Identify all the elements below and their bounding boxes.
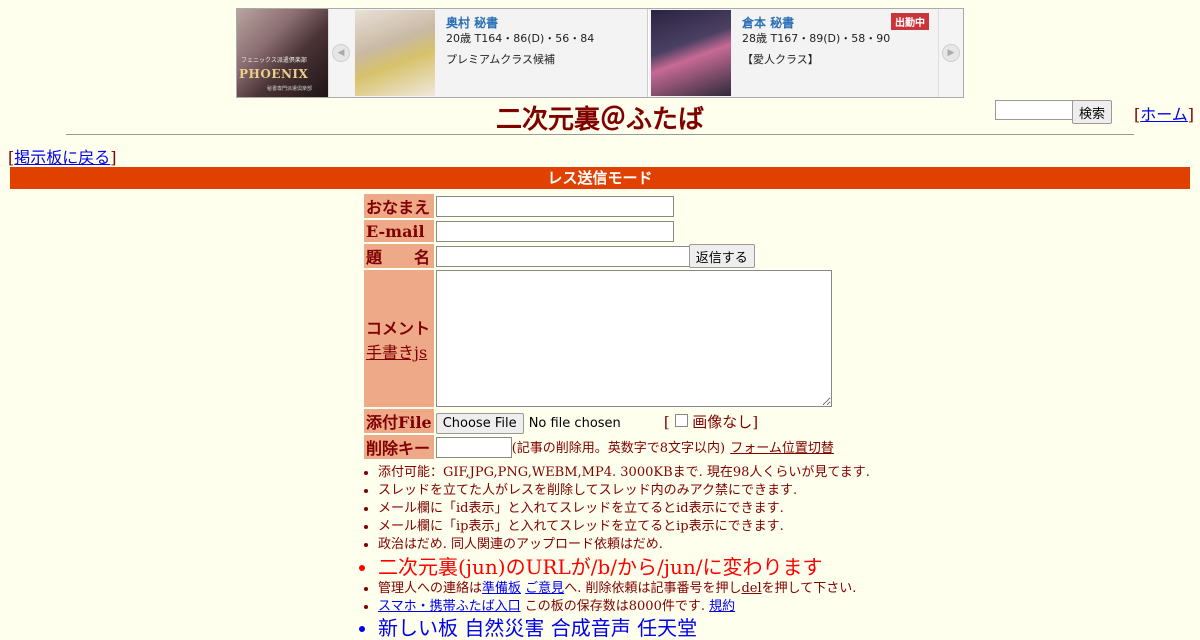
comment-label-cell: コメント 手書きjs: [364, 270, 434, 407]
carousel-prev-button[interactable]: ◀: [328, 9, 353, 97]
home-link-wrapper: [ホーム]: [1134, 105, 1195, 124]
ad-card-stats: 28歳 T167・89(D)・58・90: [742, 32, 891, 45]
list-item: 管理人への連絡は準備板 ご意見へ. 削除依頼は記事番号を押しdelを押して下さい…: [378, 580, 1078, 598]
board-notes: 添付可能：GIF,JPG,PNG,WEBM,MP4. 3000KBまで. 現在9…: [360, 464, 1078, 640]
list-item: メール欄に「ip表示」と入れてスレッドを立てるとip表示にできます.: [378, 518, 1078, 536]
no-image-checkbox[interactable]: [674, 413, 688, 427]
file-status: No file chosen: [528, 415, 621, 431]
subject-label: 題 名: [364, 244, 434, 268]
ad-banner-subtitle: フェニックス派遣倶楽部: [241, 57, 307, 64]
new-boards-item[interactable]: 新しい板 自然災害 合成音声 任天堂: [378, 616, 1078, 640]
contact-text: 管理人への連絡は: [378, 581, 483, 596]
delete-key-note: (記事の削除用。英数字で8文字以内): [511, 440, 726, 456]
ad-card-stats: 20歳 T164・86(D)・56・84: [446, 32, 595, 45]
delete-request-text: へ. 削除依頼は記事番号を押し: [564, 581, 742, 596]
list-item: スマホ・携帯ふたば入口 この板の保存数は8000件です. 規約: [378, 598, 1078, 616]
ad-card-name[interactable]: 奥村 秘書: [446, 14, 498, 31]
working-status-badge: 出勤中: [891, 13, 929, 30]
back-to-board-link[interactable]: 掲示板に戻る: [14, 148, 110, 167]
ad-card-description: プレミアムクラス候補: [446, 53, 556, 66]
delete-key-input[interactable]: [435, 436, 512, 458]
subject-input[interactable]: [435, 245, 692, 267]
email-input[interactable]: [435, 220, 674, 242]
list-item: メール欄に「id表示」と入れてスレッドを立てるとid表示にできます.: [378, 500, 1078, 518]
delete-request-text-end: を押して下さい.: [761, 581, 857, 596]
ad-banner-logo: PHOENIX: [239, 67, 309, 81]
ad-carousel[interactable]: フェニックス派遣倶楽部 PHOENIX 秘書専門派遣倶楽部 ◀ 奥村 秘書 20…: [236, 8, 964, 98]
ad-card-name[interactable]: 倉本 秘書: [742, 14, 794, 31]
carousel-next-button[interactable]: ▶: [938, 9, 963, 97]
search-form: 検索: [995, 100, 1113, 124]
no-image-option: [ 画像なし]: [663, 412, 759, 431]
ad-card[interactable]: 倉本 秘書 出勤中 28歳 T167・89(D)・58・90 【愛人クラス】: [649, 9, 940, 97]
reply-form: おなまえ E-mail 題 名 返信する コメント 手書きjs 添付File C…: [362, 192, 836, 461]
list-item: スレッドを立てた人がレスを削除してスレッド内のみアク禁にできます.: [378, 482, 1078, 500]
storage-count-text: この板の保存数は8000件です.: [524, 599, 705, 614]
submit-reply-button[interactable]: 返信する: [688, 244, 755, 268]
file-label: 添付File: [364, 409, 434, 433]
feedback-link[interactable]: ご意見: [525, 581, 564, 596]
del-link[interactable]: del: [741, 581, 761, 596]
form-position-toggle-link[interactable]: フォーム位置切替: [730, 441, 834, 456]
chevron-left-icon: ◀: [332, 44, 350, 62]
ad-banner-caption: 秘書専門派遣倶楽部: [267, 86, 313, 92]
ad-card[interactable]: 奥村 秘書 20歳 T164・86(D)・56・84 プレミアムクラス候補: [353, 9, 648, 97]
search-input[interactable]: [995, 100, 1075, 120]
email-label: E-mail: [364, 220, 434, 242]
ad-banner-image[interactable]: フェニックス派遣倶楽部 PHOENIX 秘書専門派遣倶楽部: [237, 9, 328, 97]
list-item: 政治はだめ. 同人関連のアップロード依頼はだめ.: [378, 536, 1078, 554]
reply-mode-bar: レス送信モード: [10, 167, 1190, 189]
ad-card-photo[interactable]: [355, 10, 435, 96]
delete-key-label: 削除キー: [364, 435, 434, 459]
name-input[interactable]: [435, 195, 674, 217]
no-image-label: 画像なし: [692, 412, 753, 431]
url-change-notice: 二次元裏(jun)のURLが/b/から/jun/に変わります: [378, 554, 1078, 580]
name-label: おなまえ: [364, 194, 434, 218]
comment-label: コメント: [366, 318, 431, 338]
choose-file-button[interactable]: Choose File: [435, 412, 524, 434]
ad-card-description: 【愛人クラス】: [742, 53, 819, 66]
terms-link[interactable]: 規約: [709, 599, 735, 614]
prep-board-link[interactable]: 準備板: [482, 581, 521, 596]
search-button[interactable]: 検索: [1072, 100, 1113, 124]
title-divider: [66, 134, 1134, 135]
handwriting-link[interactable]: 手書きjs: [366, 343, 427, 362]
home-link[interactable]: ホーム: [1140, 105, 1188, 124]
chevron-right-icon: ▶: [942, 44, 960, 62]
ad-card-photo[interactable]: [651, 10, 731, 96]
list-item: 添付可能：GIF,JPG,PNG,WEBM,MP4. 3000KBまで. 現在9…: [378, 464, 1078, 482]
back-link-wrapper: [掲示板に戻る]: [8, 148, 117, 167]
mobile-entrance-link[interactable]: スマホ・携帯ふたば入口: [378, 599, 521, 614]
comment-textarea[interactable]: [435, 270, 832, 407]
